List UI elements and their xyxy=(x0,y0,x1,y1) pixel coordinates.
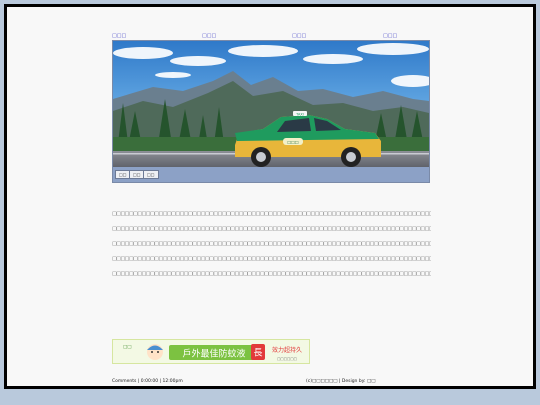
footer-meta: Comments | 0:00:00 | 12:00pm xyxy=(112,379,183,384)
paragraph-line-3: □□□□□□□□□□□□□□□□□□□□□□□□□□□□□□□□□□□□□□□□… xyxy=(112,241,431,247)
ad-brand: □□ xyxy=(123,345,132,350)
taxi-roof-sign: TAXI xyxy=(295,112,304,116)
ad-headline: 戶外最佳防蚊液 xyxy=(182,348,245,360)
page-footer: Comments | 0:00:00 | 12:00pm (c)□□□□□□ |… xyxy=(112,379,432,387)
ad-subtext: □□□□□□ xyxy=(277,357,297,361)
paragraph-line-1: □□□□□□□□□□□□□□□□□□□□□□□□□□□□□□□□□□□□□□□□… xyxy=(112,211,431,217)
nav-link-3[interactable]: □□□ xyxy=(292,33,306,39)
paragraph-line-4: □□□□□□□□□□□□□□□□□□□□□□□□□□□□□□□□□□□□□□□□… xyxy=(112,256,431,262)
paragraph-line-5: □□□□□□□□□□□□□□□□□□□□□□□□□□□□□□□□□□□□□□□□… xyxy=(112,271,431,277)
banner-image: TAXI □□□ □□ □□ □□ xyxy=(112,40,430,183)
ad-artwork: □□ 戶外最佳防蚊液 長 效力超持久 □□□□□□ xyxy=(113,340,309,363)
paragraph-line-2: □□□□□□□□□□□□□□□□□□□□□□□□□□□□□□□□□□□□□□□□… xyxy=(112,226,431,232)
footer-credits: (c)□□□□□□ | Design by: □□ xyxy=(306,379,376,384)
ad-badge: 長 xyxy=(253,348,262,359)
mosquito-repellent-ad-banner[interactable]: □□ 戶外最佳防蚊液 長 效力超持久 □□□□□□ xyxy=(112,339,310,364)
taxi-landscape-illustration: TAXI □□□ xyxy=(113,41,429,168)
banner-button-bar: □□ □□ □□ xyxy=(113,167,429,182)
ad-slogan: 效力超持久 xyxy=(272,346,302,354)
banner-button-3[interactable]: □□ xyxy=(143,170,159,179)
nav-link-2[interactable]: □□□ xyxy=(202,33,216,39)
page-frame: □□□ □□□ □□□ □□□ TAXI □□□ □□ □□ □□ □□□□□□… xyxy=(4,4,536,389)
nav-link-4[interactable]: □□□ xyxy=(383,33,397,39)
article-content: □□□□□□□□□□□□□□□□□□□□□□□□□□□□□□□□□□□□□□□□… xyxy=(112,210,431,285)
taxi-door-logo: □□□ xyxy=(287,140,299,145)
nav-link-1[interactable]: □□□ xyxy=(112,33,126,39)
page-body: □□□ □□□ □□□ □□□ TAXI □□□ □□ □□ □□ □□□□□□… xyxy=(7,7,533,386)
